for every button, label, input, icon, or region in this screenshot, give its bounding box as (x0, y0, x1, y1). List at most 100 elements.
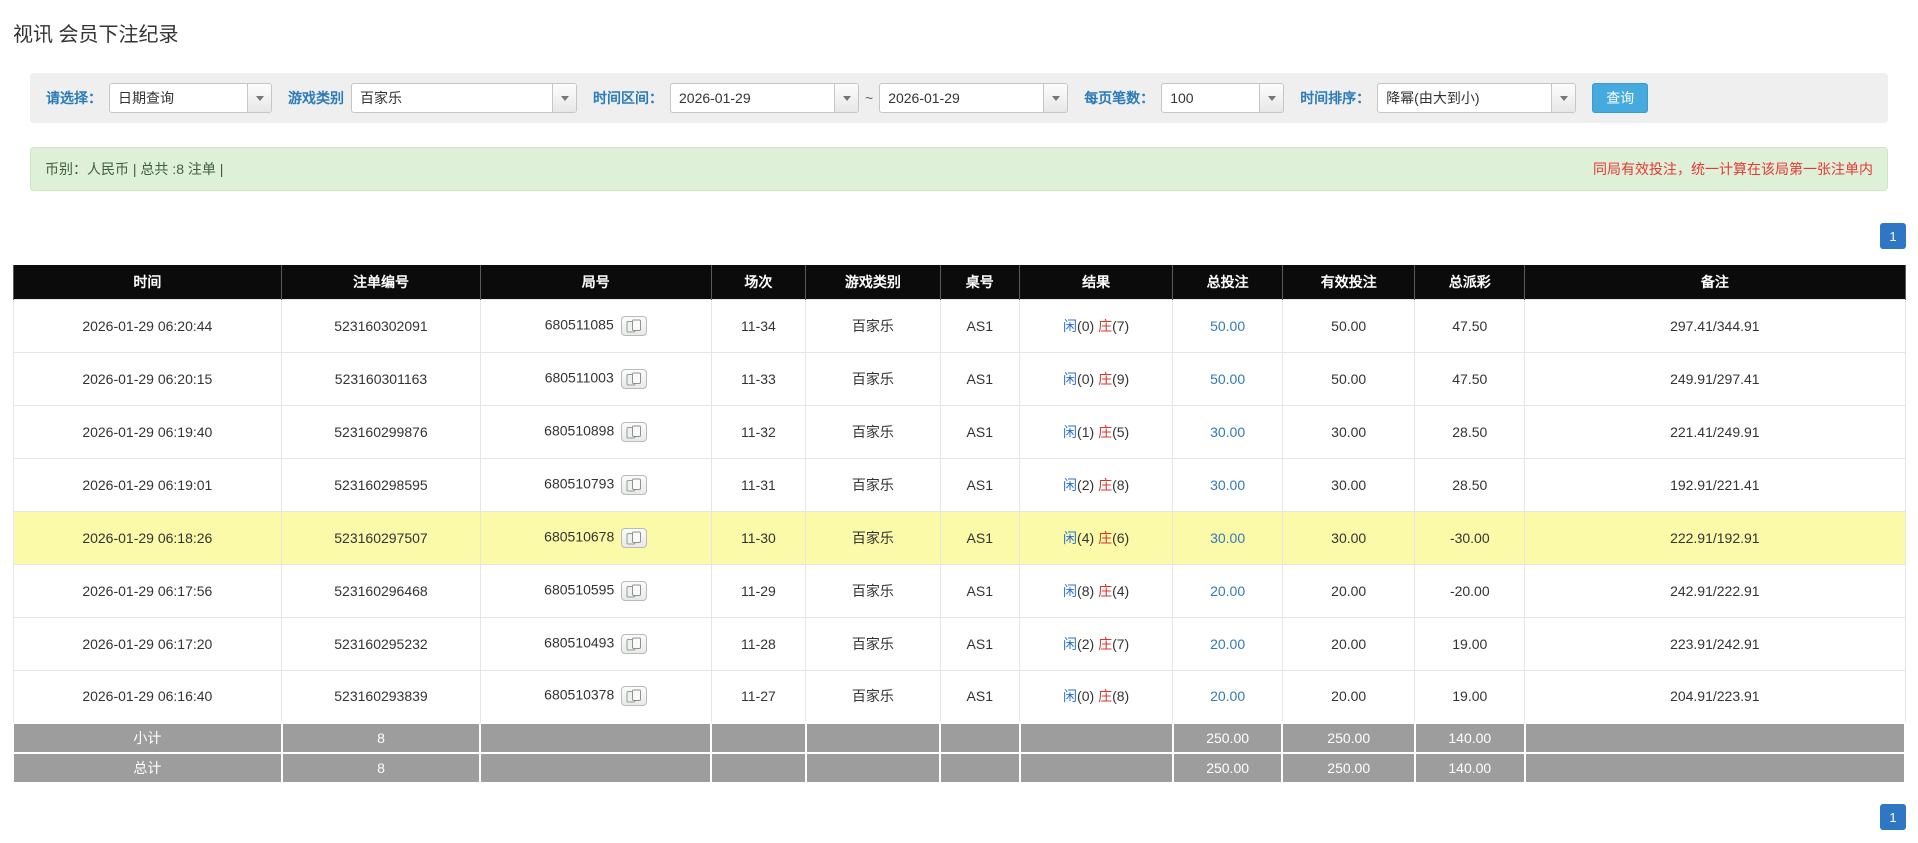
total-bet-link[interactable]: 30.00 (1210, 530, 1245, 546)
total-bet-link[interactable]: 30.00 (1210, 424, 1245, 440)
banker-result-label: 庄 (1098, 635, 1113, 652)
player-result-score: (2) (1077, 635, 1095, 652)
range-separator: ~ (865, 90, 874, 106)
cell-payout: 47.50 (1414, 298, 1526, 353)
total-bet-link[interactable]: 20.00 (1210, 583, 1245, 599)
view-cards-button[interactable] (621, 421, 648, 442)
view-cards-button[interactable] (621, 633, 648, 654)
player-result-label: 闲 (1063, 476, 1078, 493)
sort-order-value[interactable]: 降幂(由大到小) (1378, 84, 1551, 112)
banker-result-label: 庄 (1098, 476, 1113, 493)
per-page-value[interactable]: 100 (1162, 84, 1259, 112)
round-number: 680510493 (544, 634, 615, 651)
select-type-label: 请选择： (46, 90, 102, 106)
game-type-value[interactable]: 百家乐 (352, 84, 552, 112)
date-from-value[interactable]: 2026-01-29 (671, 84, 834, 112)
cell-total-bet: 20.00 (1172, 563, 1283, 618)
cards-icon (626, 372, 641, 385)
view-cards-button[interactable] (621, 474, 648, 495)
total-valid-bet: 250.00 (1281, 752, 1416, 784)
cell-game: 百家乐 (805, 510, 941, 565)
total-bet-link[interactable]: 20.00 (1210, 636, 1245, 652)
chevron-down-icon[interactable] (834, 84, 858, 112)
cell-total-bet: 50.00 (1172, 298, 1283, 353)
player-result-score: (0) (1077, 370, 1095, 387)
page-1-button[interactable]: 1 (1880, 223, 1906, 249)
view-cards-button[interactable] (620, 315, 647, 336)
chevron-down-icon[interactable] (247, 84, 271, 112)
cell-remark: 297.41/344.91 (1524, 298, 1906, 353)
cell-total-bet: 30.00 (1172, 404, 1283, 459)
total-bet-link[interactable]: 20.00 (1210, 688, 1245, 704)
game-type-combobox[interactable]: 百家乐 (351, 83, 577, 113)
cell-session: 11-31 (710, 457, 807, 512)
cell-game: 百家乐 (805, 351, 941, 406)
column-header: 有效投注 (1281, 265, 1416, 299)
cards-icon (626, 689, 642, 703)
subtotal-valid-bet: 250.00 (1281, 722, 1416, 754)
column-header: 桌号 (939, 265, 1021, 299)
cell-total-bet: 20.00 (1172, 669, 1283, 724)
view-cards-button[interactable] (620, 368, 647, 389)
table-row: 2026-01-29 06:18:26 523160297507 6805106… (12, 510, 1906, 565)
banker-result-score: (7) (1112, 317, 1130, 334)
view-cards-button[interactable] (621, 686, 648, 707)
cell-time: 2026-01-29 06:18:26 (12, 510, 283, 565)
subtotal-payout: 140.00 (1413, 722, 1526, 754)
cell-result: 闲(0) 庄(7) (1018, 298, 1174, 353)
banker-result-label: 庄 (1098, 370, 1113, 387)
view-cards-button[interactable] (621, 527, 648, 548)
banker-result-label: 庄 (1098, 423, 1113, 440)
select-type-combobox[interactable]: 日期查询 (109, 83, 272, 113)
total-bet-link[interactable]: 50.00 (1210, 318, 1245, 334)
sort-order-combobox[interactable]: 降幂(由大到小) (1377, 83, 1577, 113)
date-to-value[interactable]: 2026-01-29 (880, 84, 1043, 112)
page-1-button[interactable]: 1 (1880, 804, 1906, 830)
cell-bet-id: 523160296468 (281, 563, 481, 618)
search-button[interactable]: 查询 (1592, 83, 1649, 113)
column-header: 场次 (710, 265, 807, 299)
cell-time: 2026-01-29 06:17:20 (12, 616, 283, 671)
column-header: 总投注 (1172, 265, 1283, 299)
total-bet-link[interactable]: 30.00 (1210, 477, 1245, 493)
select-type-value[interactable]: 日期查询 (110, 84, 247, 112)
date-from-combobox[interactable]: 2026-01-29 (670, 83, 859, 113)
game-type-label: 游戏类别 (288, 90, 344, 106)
total-payout: 140.00 (1413, 752, 1526, 784)
cards-icon (626, 425, 642, 438)
cell-valid-bet: 30.00 (1281, 404, 1416, 459)
player-result-label: 闲 (1063, 423, 1078, 440)
cell-payout: 28.50 (1414, 457, 1526, 512)
cell-remark: 223.91/242.91 (1524, 616, 1906, 671)
column-header: 时间 (12, 265, 283, 299)
view-cards-button[interactable] (621, 580, 648, 601)
total-bet-link[interactable]: 50.00 (1210, 371, 1245, 387)
subtotal-count: 8 (280, 722, 482, 754)
chevron-down-icon[interactable] (1043, 84, 1068, 112)
chevron-down-icon[interactable] (1551, 84, 1576, 112)
player-result-score: (2) (1077, 476, 1095, 493)
cell-session: 11-29 (710, 563, 807, 618)
cell-result: 闲(2) 庄(8) (1018, 457, 1174, 512)
column-header: 备注 (1524, 265, 1906, 299)
chevron-down-icon[interactable] (1259, 84, 1284, 112)
cell-game: 百家乐 (805, 298, 941, 353)
cell-round: 680511003 (479, 351, 712, 406)
cell-total-bet: 50.00 (1172, 351, 1283, 406)
round-number: 680510793 (544, 475, 615, 492)
cell-session: 11-27 (710, 669, 807, 724)
cell-payout: 47.50 (1414, 351, 1526, 406)
banker-result-label: 庄 (1098, 582, 1113, 599)
chevron-down-icon[interactable] (552, 84, 576, 112)
cell-result: 闲(0) 庄(8) (1018, 669, 1174, 724)
cell-valid-bet: 20.00 (1281, 669, 1416, 724)
cell-payout: 19.00 (1414, 616, 1526, 671)
date-to-combobox[interactable]: 2026-01-29 (879, 83, 1069, 113)
per-page-combobox[interactable]: 100 (1161, 83, 1285, 113)
cell-result: 闲(8) 庄(4) (1018, 563, 1174, 618)
cell-valid-bet: 30.00 (1281, 510, 1416, 565)
cards-icon (626, 584, 642, 597)
cell-game: 百家乐 (805, 404, 941, 459)
cell-result: 闲(1) 庄(5) (1018, 404, 1174, 459)
summary-notice: 同局有效投注，统一计算在该局第一张注单内 (1593, 161, 1873, 177)
